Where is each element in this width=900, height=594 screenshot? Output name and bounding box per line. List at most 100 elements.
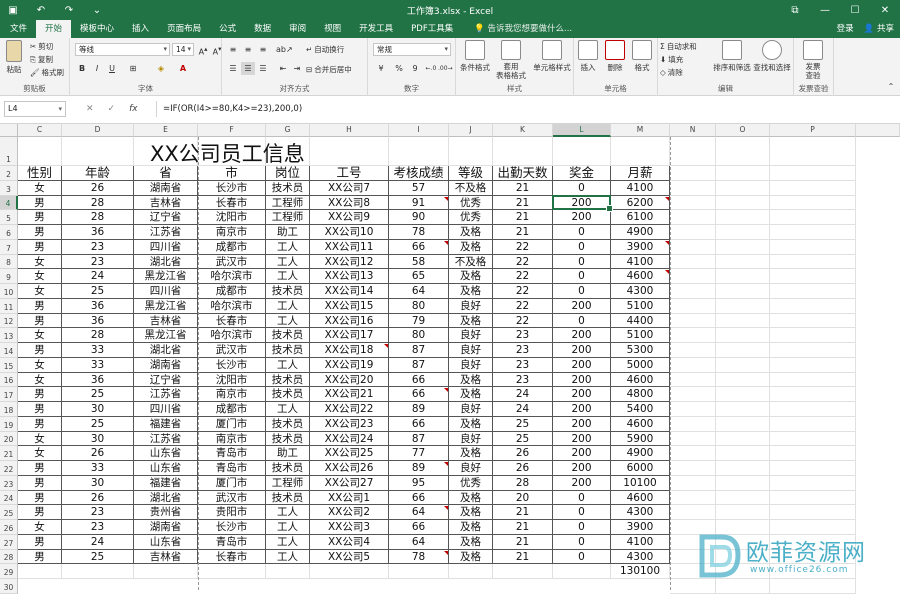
sort-filter-button[interactable]: 排序和筛选: [712, 40, 752, 73]
table-cell[interactable]: XX公司23: [310, 416, 389, 432]
table-cell[interactable]: 及格: [449, 313, 493, 329]
empty-cell[interactable]: [670, 210, 716, 225]
table-cell[interactable]: 5900: [611, 431, 670, 447]
header-cell[interactable]: 出勤天数: [493, 166, 553, 181]
table-cell[interactable]: XX公司14: [310, 284, 389, 299]
row-header-27[interactable]: 27: [0, 534, 18, 550]
font-size-select[interactable]: 14: [172, 43, 194, 56]
table-cell[interactable]: 湖南省: [134, 180, 198, 196]
table-cell[interactable]: 26: [62, 446, 134, 461]
empty-cell[interactable]: [493, 564, 553, 579]
table-cell[interactable]: 优秀: [449, 210, 493, 225]
table-cell[interactable]: 男: [18, 225, 62, 240]
table-cell[interactable]: 4900: [611, 225, 670, 240]
ribbon-display-options-icon[interactable]: ⧉: [780, 0, 810, 20]
table-cell[interactable]: 湖北省: [134, 490, 198, 506]
font-name-select[interactable]: 等线: [75, 43, 170, 56]
column-header-e[interactable]: E: [134, 124, 198, 137]
table-cell[interactable]: 及格: [449, 372, 493, 388]
borders-icon[interactable]: ⊞: [126, 62, 140, 75]
table-cell[interactable]: 200: [553, 372, 611, 388]
table-cell[interactable]: 200: [553, 402, 611, 417]
row-header-9[interactable]: 9: [0, 269, 18, 284]
empty-cell[interactable]: [670, 284, 716, 299]
table-cell[interactable]: 21: [493, 534, 553, 550]
empty-cell[interactable]: [670, 166, 716, 181]
row-header-15[interactable]: 15: [0, 357, 18, 373]
table-cell[interactable]: 男: [18, 416, 62, 432]
table-cell[interactable]: XX公司9: [310, 210, 389, 225]
empty-cell[interactable]: [770, 328, 856, 343]
table-cell[interactable]: 长春市: [198, 313, 266, 329]
table-cell[interactable]: 工人: [266, 269, 310, 284]
table-cell[interactable]: 200: [553, 431, 611, 447]
empty-cell[interactable]: [670, 269, 716, 284]
table-cell[interactable]: 0: [553, 239, 611, 255]
comma-style-button[interactable]: 9: [408, 62, 422, 75]
table-cell[interactable]: 良好: [449, 357, 493, 373]
row-header-4[interactable]: 4: [0, 195, 18, 211]
empty-cell[interactable]: [770, 431, 856, 447]
table-cell[interactable]: 33: [62, 461, 134, 476]
table-cell[interactable]: 技术员: [266, 328, 310, 343]
table-cell[interactable]: 男: [18, 239, 62, 255]
table-cell[interactable]: 江苏省: [134, 225, 198, 240]
table-cell[interactable]: 及格: [449, 416, 493, 432]
column-header-k[interactable]: K: [493, 124, 553, 137]
table-cell[interactable]: XX公司25: [310, 446, 389, 461]
table-cell[interactable]: 78: [389, 225, 449, 240]
format-as-table-button[interactable]: 套用 表格格式: [494, 40, 528, 80]
table-cell[interactable]: 女: [18, 328, 62, 343]
table-cell[interactable]: 200: [553, 298, 611, 314]
table-cell[interactable]: 女: [18, 446, 62, 461]
format-painter-button[interactable]: 🖌 格式刷: [30, 67, 64, 78]
table-cell[interactable]: 0: [553, 490, 611, 506]
empty-cell[interactable]: [670, 298, 716, 314]
table-cell[interactable]: 200: [553, 387, 611, 402]
empty-cell[interactable]: [716, 254, 770, 270]
table-cell[interactable]: 80: [389, 298, 449, 314]
table-cell[interactable]: 200: [553, 416, 611, 432]
empty-cell[interactable]: [770, 225, 856, 240]
column-header-m[interactable]: M: [611, 124, 670, 137]
header-cell[interactable]: 省: [134, 166, 198, 181]
empty-cell[interactable]: [716, 298, 770, 314]
table-cell[interactable]: 助工: [266, 446, 310, 461]
name-box[interactable]: L4: [4, 101, 66, 117]
autosum-button[interactable]: Σ 自动求和: [660, 41, 697, 52]
table-cell[interactable]: 22: [493, 298, 553, 314]
table-cell[interactable]: 工程师: [266, 195, 310, 211]
table-cell[interactable]: 66: [389, 416, 449, 432]
table-cell[interactable]: 技术员: [266, 343, 310, 358]
table-cell[interactable]: 武汉市: [198, 254, 266, 270]
table-cell[interactable]: 南京市: [198, 431, 266, 447]
table-cell[interactable]: 福建省: [134, 475, 198, 491]
table-cell[interactable]: 良好: [449, 431, 493, 447]
empty-cell[interactable]: [770, 313, 856, 329]
sheet-title[interactable]: XX公司员工信息: [150, 138, 305, 168]
table-cell[interactable]: 5100: [611, 328, 670, 343]
table-cell[interactable]: 22: [493, 254, 553, 270]
table-cell[interactable]: 6000: [611, 461, 670, 476]
table-cell[interactable]: 工人: [266, 239, 310, 255]
table-cell[interactable]: 长沙市: [198, 180, 266, 196]
table-cell[interactable]: 87: [389, 357, 449, 373]
formula-input[interactable]: =IF(OR(I4>=80,K4>=23),200,0): [156, 101, 896, 117]
empty-cell[interactable]: [611, 137, 670, 166]
table-cell[interactable]: 23: [62, 505, 134, 520]
empty-cell[interactable]: [716, 490, 770, 506]
tab-4[interactable]: 页面布局: [158, 20, 210, 38]
column-header-f[interactable]: F: [198, 124, 266, 137]
table-cell[interactable]: 及格: [449, 549, 493, 565]
table-cell[interactable]: 男: [18, 298, 62, 314]
align-center-icon[interactable]: ☰: [241, 62, 255, 75]
italic-button[interactable]: I: [90, 62, 104, 75]
empty-cell[interactable]: [716, 225, 770, 240]
table-cell[interactable]: 26: [493, 461, 553, 476]
table-cell[interactable]: XX公司27: [310, 475, 389, 491]
empty-cell[interactable]: [770, 284, 856, 299]
row-header-13[interactable]: 13: [0, 328, 18, 343]
table-cell[interactable]: 男: [18, 549, 62, 565]
tab-3[interactable]: 插入: [123, 20, 158, 38]
table-cell[interactable]: 58: [389, 254, 449, 270]
